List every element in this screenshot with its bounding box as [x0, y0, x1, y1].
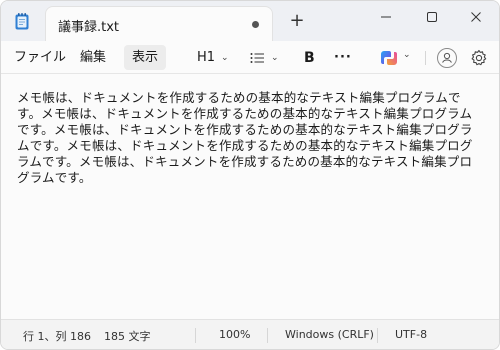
- tab-document[interactable]: 議事録.txt: [45, 6, 273, 41]
- menu-edit[interactable]: 編集: [72, 45, 114, 70]
- menu-file[interactable]: ファイル: [6, 45, 74, 70]
- zoom-level[interactable]: 100%: [219, 328, 250, 341]
- close-icon: [471, 12, 481, 22]
- status-divider: [195, 328, 196, 343]
- chevron-down-icon[interactable]: ⌄: [403, 50, 411, 60]
- status-divider: [267, 328, 268, 343]
- minimize-icon: [381, 16, 391, 18]
- close-button[interactable]: [453, 1, 499, 33]
- more-options-button[interactable]: ···: [334, 45, 352, 70]
- minimize-button[interactable]: [363, 1, 409, 33]
- toolbar-divider: [425, 51, 426, 65]
- heading-dropdown[interactable]: H1 ⌄: [197, 45, 229, 70]
- title-bar: 議事録.txt +: [1, 1, 499, 41]
- status-bar: 行 1、列 186 185 文字 100% Windows (CRLF) UTF…: [1, 319, 499, 349]
- menu-bar: ファイル 編集 表示 H1 ⌄ ⌄ B ··· ⌄: [1, 41, 499, 74]
- bold-button[interactable]: B: [304, 45, 315, 70]
- text-editor[interactable]: メモ帳は、ドキュメントを作成するための基本的なテキスト編集プログラムです。メモ帳…: [1, 75, 499, 319]
- chevron-down-icon: ⌄: [271, 52, 279, 63]
- notepad-window: 議事録.txt + ファイル 編集 表示 H1 ⌄ ⌄ B ··· ⌄ メモ帳は…: [0, 0, 500, 350]
- maximize-icon: [427, 12, 437, 22]
- maximize-button[interactable]: [409, 1, 455, 33]
- encoding[interactable]: UTF-8: [395, 328, 427, 341]
- status-divider: [377, 328, 378, 343]
- tab-title: 議事録.txt: [58, 20, 120, 35]
- heading-label: H1: [197, 50, 216, 65]
- cursor-position[interactable]: 行 1、列 186: [23, 328, 91, 344]
- line-ending[interactable]: Windows (CRLF): [285, 328, 374, 341]
- document-text[interactable]: メモ帳は、ドキュメントを作成するための基本的なテキスト編集プログラムです。メモ帳…: [17, 90, 483, 186]
- chevron-down-icon: ⌄: [221, 52, 229, 63]
- copilot-icon[interactable]: [379, 48, 399, 68]
- unsaved-dot-icon[interactable]: [252, 21, 259, 28]
- gear-icon[interactable]: [469, 48, 489, 68]
- menu-view[interactable]: 表示: [124, 45, 167, 70]
- notepad-icon: [15, 13, 29, 30]
- character-count: 185 文字: [104, 330, 151, 343]
- list-icon: [250, 52, 264, 63]
- account-icon[interactable]: [437, 48, 457, 68]
- new-tab-button[interactable]: +: [285, 10, 309, 34]
- list-dropdown[interactable]: ⌄: [250, 45, 279, 70]
